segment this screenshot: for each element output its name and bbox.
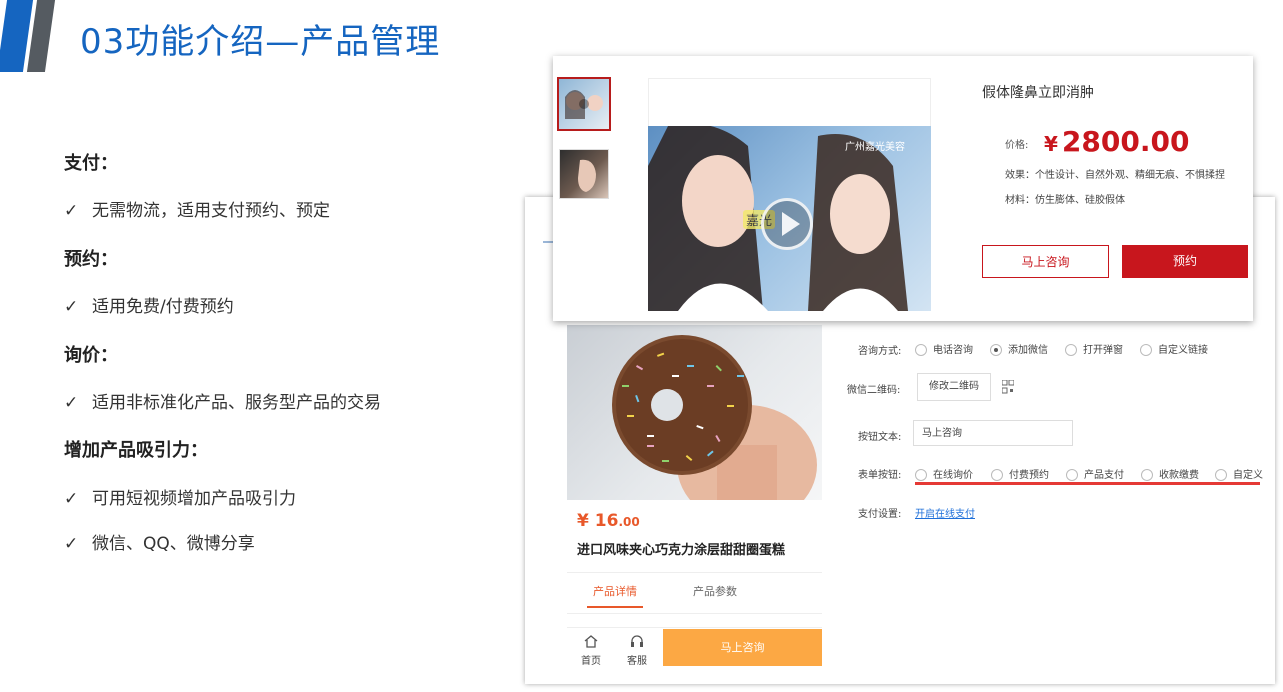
radio-icon — [991, 469, 1003, 481]
thumbnail-video[interactable] — [557, 77, 611, 131]
edit-qr-button[interactable]: 修改二维码 — [917, 373, 991, 401]
nav-home[interactable]: 首页 — [580, 633, 602, 667]
option-label: 添加微信 — [1008, 345, 1048, 356]
tab-product-params[interactable]: 产品参数 — [693, 583, 737, 599]
radio-custom[interactable]: 自定义 — [1215, 466, 1263, 481]
currency-symbol: ¥ — [1044, 132, 1058, 156]
active-tab-indicator — [587, 606, 643, 608]
radio-icon — [915, 344, 927, 356]
radio-checked-icon — [990, 344, 1002, 356]
consult-now-button[interactable]: 马上咨询 — [663, 629, 822, 666]
feature-bullet: ✓ 可用短视频增加产品吸引力 — [64, 484, 296, 509]
radio-icon — [1066, 469, 1078, 481]
donut-picture — [612, 335, 817, 500]
price-integer: 16 — [594, 511, 619, 531]
product-title: 假体隆鼻立即消肿 — [982, 85, 1094, 101]
payment-settings-label: 支付设置: — [858, 509, 902, 520]
radio-icon — [1065, 344, 1077, 356]
product-price: ¥ 16.00 — [577, 511, 640, 531]
product-material: 材料：仿生膨体、硅胶假体 — [1005, 195, 1125, 206]
home-icon — [584, 635, 598, 648]
price-value: 2800.00 — [1061, 125, 1190, 158]
radio-icon — [915, 469, 927, 481]
option-label: 自定义链接 — [1158, 345, 1208, 356]
radio-phone[interactable]: 电话咨询 — [915, 341, 973, 356]
feature-bullet: ✓ 微信、QQ、微博分享 — [64, 529, 255, 554]
radio-online-inquiry[interactable]: 在线询价 — [915, 466, 973, 481]
feature-bullet-text: 可用短视频增加产品吸引力 — [92, 489, 296, 509]
product-image — [567, 325, 822, 500]
page-title: 03功能介绍—产品管理 — [80, 22, 441, 62]
radio-collect-fee[interactable]: 收款缴费 — [1141, 466, 1199, 481]
radio-popup[interactable]: 打开弹窗 — [1065, 341, 1123, 356]
check-icon: ✓ — [64, 534, 79, 554]
option-label: 电话咨询 — [933, 345, 973, 356]
headset-icon — [631, 635, 643, 647]
radio-icon — [1215, 469, 1227, 481]
feature-title-attraction: 增加产品吸引力： — [64, 440, 208, 461]
currency-symbol: ¥ — [577, 511, 589, 531]
feature-bullet: ✓ 适用非标准化产品、服务型产品的交易 — [64, 388, 381, 413]
radio-product-payment[interactable]: 产品支付 — [1066, 466, 1124, 481]
video-watermark: 广州嘉光美容 — [845, 142, 905, 153]
feature-title-inquiry: 询价： — [64, 345, 118, 366]
feature-title-payment: 支付： — [64, 153, 118, 174]
tab-product-details[interactable]: 产品详情 — [593, 583, 637, 599]
highlight-underline — [915, 482, 1260, 485]
button-text-input[interactable]: 马上咨询 — [913, 420, 1073, 446]
feature-bullet-text: 微信、QQ、微博分享 — [92, 534, 255, 554]
check-icon: ✓ — [64, 297, 79, 317]
check-icon: ✓ — [64, 393, 79, 413]
play-icon[interactable] — [761, 198, 813, 250]
book-button[interactable]: 预约 — [1122, 245, 1248, 278]
nav-service-label: 客服 — [627, 656, 647, 667]
thumbnail-picture — [578, 159, 596, 192]
feature-title-booking: 预约： — [64, 249, 118, 270]
feature-bullet-text: 适用非标准化产品、服务型产品的交易 — [92, 393, 381, 413]
check-icon: ✓ — [64, 489, 79, 509]
price-label: 价格: — [1005, 140, 1029, 151]
consult-method-label: 咨询方式: — [858, 346, 902, 357]
form-button-label: 表单按钮: — [858, 470, 902, 481]
product-name: 进口风味夹心巧克力涂层甜甜圈蛋糕 — [577, 543, 786, 558]
option-label: 收款缴费 — [1159, 470, 1199, 481]
consult-now-button[interactable]: 马上咨询 — [982, 245, 1109, 278]
radio-icon — [1141, 469, 1153, 481]
feature-bullet-text: 无需物流，适用支付预约、预定 — [92, 201, 330, 221]
video-frame-top — [648, 78, 931, 126]
button-text-label: 按钮文本: — [858, 432, 902, 443]
price-decimal: .00 — [618, 515, 640, 529]
feature-bullet-text: 适用免费/付费预约 — [92, 297, 234, 317]
option-label: 自定义 — [1233, 470, 1263, 481]
thumbnail-image[interactable] — [559, 149, 609, 199]
qr-code-icon — [1001, 379, 1015, 398]
option-label: 打开弹窗 — [1083, 345, 1123, 356]
radio-custom-link[interactable]: 自定义链接 — [1140, 341, 1208, 356]
qr-label: 微信二维码: — [847, 385, 901, 396]
option-label: 产品支付 — [1084, 470, 1124, 481]
enable-online-payment-link[interactable]: 开启在线支付 — [915, 505, 975, 520]
option-label: 在线询价 — [933, 470, 973, 481]
feature-bullet: ✓ 适用免费/付费预约 — [64, 292, 234, 317]
thumbnail-picture — [565, 90, 603, 119]
radio-paid-booking[interactable]: 付费预约 — [991, 466, 1049, 481]
product-price-large: ¥2800.00 — [1044, 125, 1189, 158]
option-label: 付费预约 — [1009, 470, 1049, 481]
product-effect: 效果：个性设计、自然外观、精细无痕、不惧揉捏 — [1005, 170, 1225, 181]
product-detail-screenshot: 广州嘉光美容 嘉光 假体隆鼻立即消肿 价格: ¥2800.00 效果：个性设计、… — [553, 56, 1253, 321]
nav-service[interactable]: 客服 — [625, 633, 649, 667]
radio-wechat[interactable]: 添加微信 — [990, 341, 1048, 356]
radio-icon — [1140, 344, 1152, 356]
check-icon: ✓ — [64, 201, 79, 221]
nav-home-label: 首页 — [581, 656, 601, 667]
feature-bullet: ✓ 无需物流，适用支付预约、预定 — [64, 196, 330, 221]
